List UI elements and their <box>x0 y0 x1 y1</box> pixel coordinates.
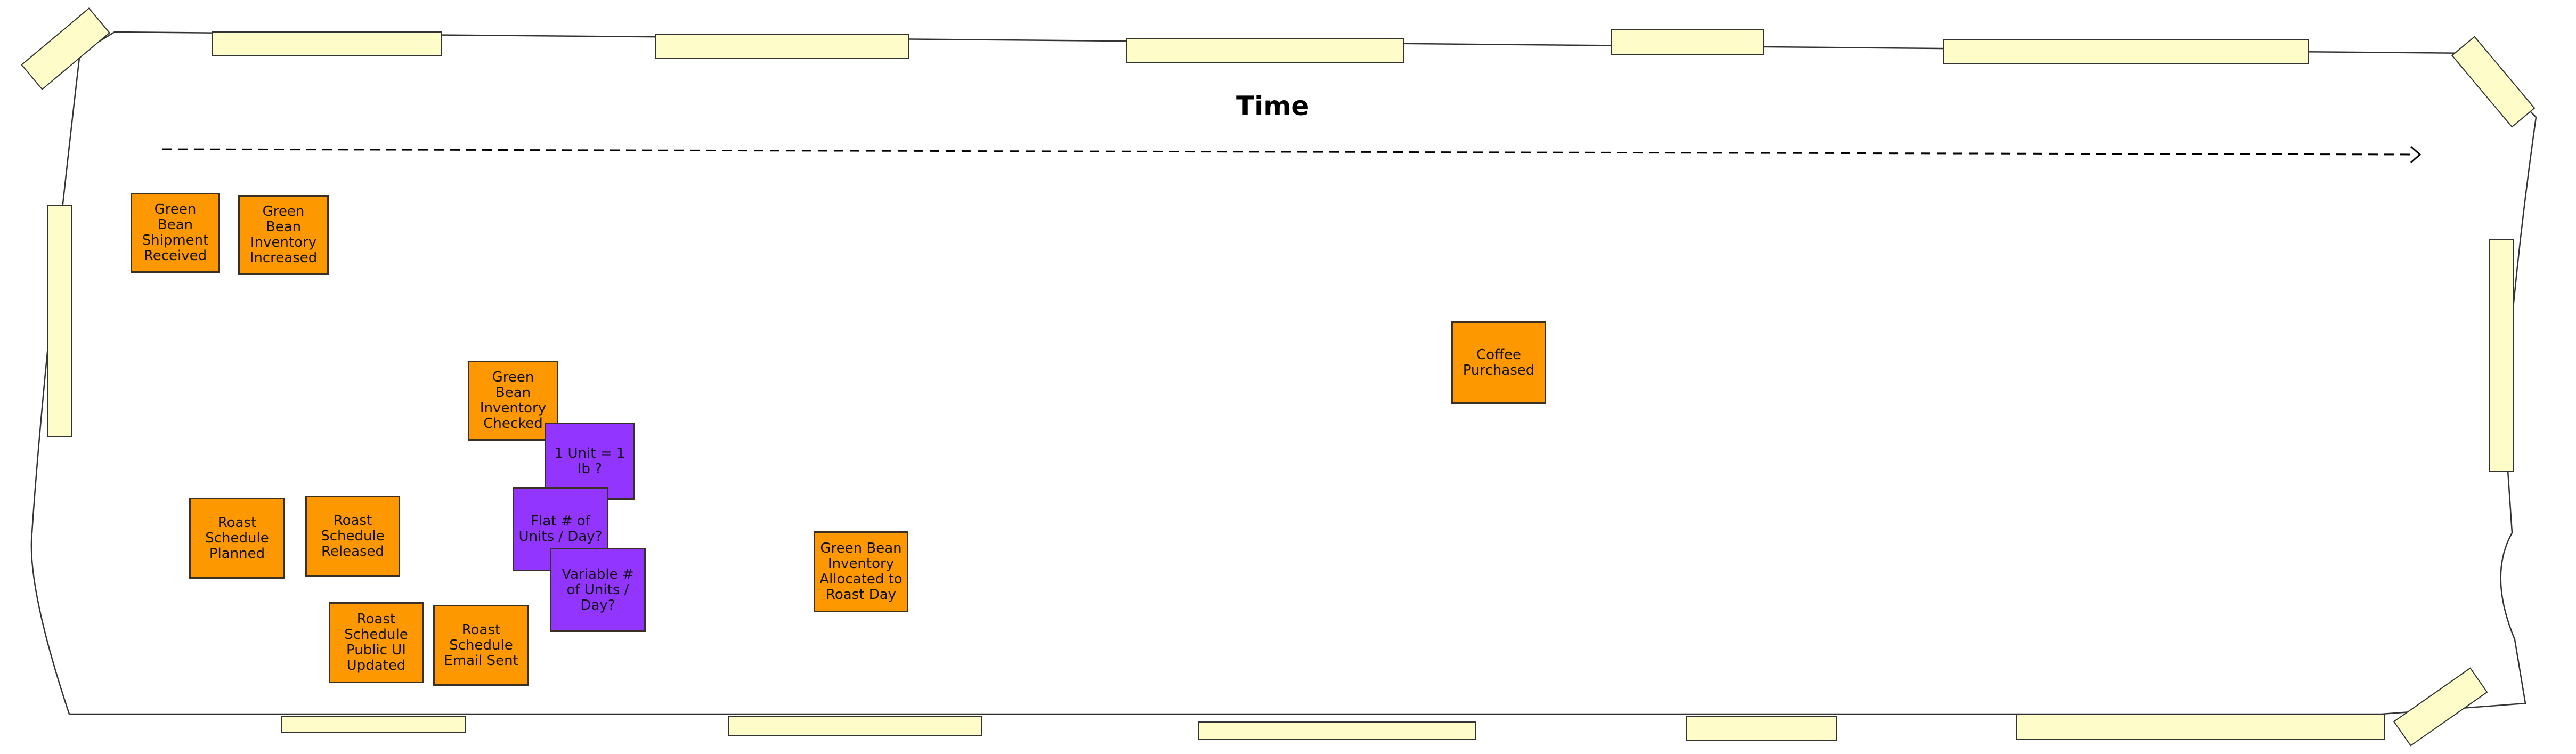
timeline-title: Time <box>1236 91 1310 121</box>
tape <box>1198 721 1476 740</box>
tape <box>655 34 909 59</box>
sticky-roast-schedule-released[interactable]: Roast Schedule Released <box>305 496 400 577</box>
tape <box>2489 239 2514 472</box>
tape <box>47 205 72 437</box>
tape <box>728 716 982 736</box>
tape <box>1611 29 1764 55</box>
tape <box>2451 36 2536 128</box>
tape <box>21 7 110 91</box>
sticky-roast-schedule-public-ui-updated[interactable]: Roast Schedule Public UI Updated <box>329 602 424 683</box>
tape <box>212 31 442 56</box>
tape <box>281 716 466 733</box>
tape <box>1943 39 2309 64</box>
sticky-variable-units-question[interactable]: Variable # of Units / Day? <box>550 548 646 632</box>
arrowhead-icon <box>2410 145 2421 164</box>
sticky-coffee-purchased[interactable]: Coffee Purchased <box>1451 321 1546 404</box>
sticky-roast-schedule-planned[interactable]: Roast Schedule Planned <box>189 498 285 579</box>
timeline-arrow <box>162 148 2417 156</box>
tape <box>1686 716 1837 741</box>
tape <box>2016 714 2385 740</box>
sticky-green-bean-inventory-allocated[interactable]: Green Bean Inventory Allocated to Roast … <box>814 531 908 612</box>
sticky-green-bean-inventory-increased[interactable]: Green Bean Inventory Increased <box>238 195 329 275</box>
sticky-green-bean-shipment-received[interactable]: Green Bean Shipment Received <box>131 193 220 273</box>
tape <box>1126 38 1404 63</box>
sticky-roast-schedule-email-sent[interactable]: Roast Schedule Email Sent <box>433 605 529 686</box>
